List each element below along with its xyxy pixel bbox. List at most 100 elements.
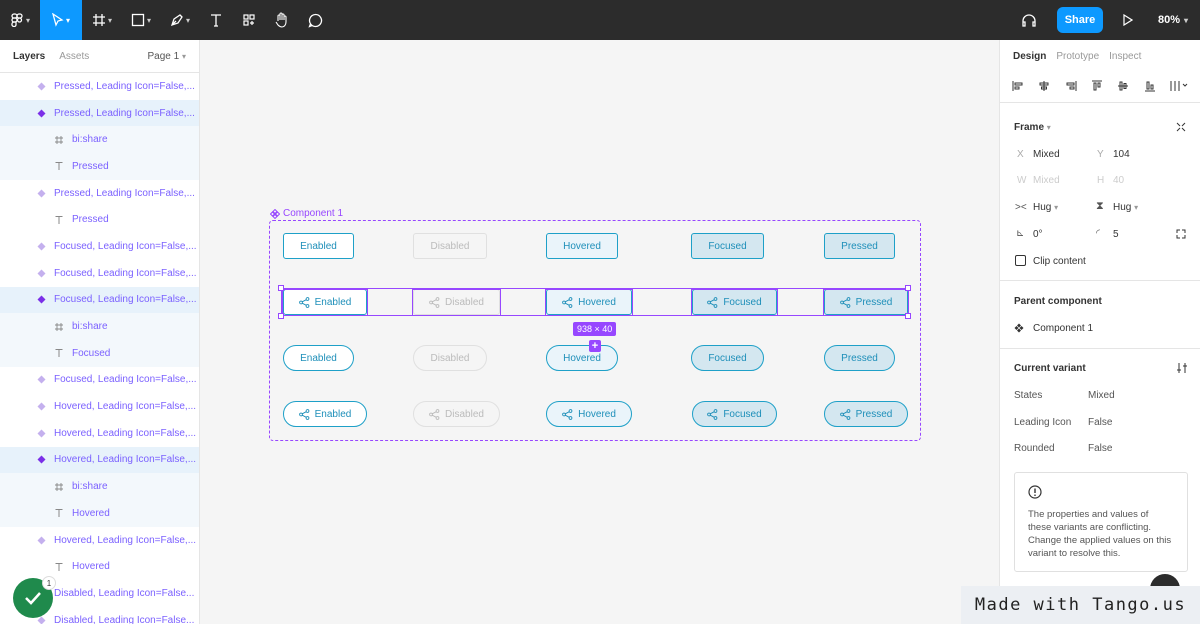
layer-row[interactable]: Hovered <box>0 500 199 527</box>
w-value[interactable]: Mixed <box>1033 175 1060 186</box>
layer-row[interactable]: bi:share <box>0 126 199 154</box>
tab-prototype[interactable]: Prototype <box>1056 51 1099 62</box>
info-icon <box>1028 485 1042 499</box>
layer-row[interactable]: Focused, Leading Icon=False,... <box>0 233 199 260</box>
audio-button[interactable] <box>1017 0 1041 40</box>
variant-enabled-button[interactable]: Enabled <box>283 401 367 427</box>
resources-tool-button[interactable] <box>232 0 266 40</box>
frame-section[interactable]: Frame ▾ <box>1014 122 1051 133</box>
rotation-value[interactable]: 0° <box>1033 229 1043 240</box>
layer-row[interactable]: Hovered, Leading Icon=False,... <box>0 420 199 447</box>
tab-assets[interactable]: Assets <box>59 51 89 62</box>
text-icon <box>52 161 66 171</box>
resize-to-fit-icon[interactable] <box>1176 122 1186 132</box>
clip-content-checkbox[interactable] <box>1015 255 1026 266</box>
layer-label: Focused <box>72 347 111 359</box>
align-vertical-center-icon[interactable] <box>1117 80 1129 92</box>
layer-row[interactable]: Pressed, Leading Icon=False,... <box>0 73 199 100</box>
variant-prop-value[interactable]: False <box>1088 443 1112 454</box>
layer-row[interactable]: Pressed <box>0 153 199 180</box>
variant-disabled-button[interactable]: Disabled <box>413 401 500 427</box>
variant-icon <box>34 536 48 545</box>
resize-handle[interactable] <box>278 285 284 291</box>
align-left-icon[interactable] <box>1012 80 1024 92</box>
variant-hovered-button[interactable]: Hovered <box>546 401 632 427</box>
text-icon <box>52 348 66 358</box>
variant-disabled-button[interactable]: Disabled <box>413 345 487 371</box>
tab-inspect[interactable]: Inspect <box>1109 51 1141 62</box>
hug-width-select[interactable]: Hug ▾ <box>1033 202 1058 213</box>
selection-box <box>691 289 778 316</box>
tab-design[interactable]: Design <box>1013 51 1046 62</box>
x-value[interactable]: Mixed <box>1033 149 1060 160</box>
variant-pressed-button[interactable]: Pressed <box>824 401 908 427</box>
variant-icon <box>34 269 48 278</box>
add-variant-button[interactable]: + <box>589 340 601 352</box>
layer-row[interactable]: Hovered, Leading Icon=False,... <box>0 393 199 420</box>
variant-pressed-button[interactable]: Pressed <box>824 233 895 259</box>
pen-tool-button[interactable]: ▾ <box>160 0 200 40</box>
layer-row[interactable]: bi:share <box>0 473 199 500</box>
text-tool-button[interactable] <box>200 0 232 40</box>
parent-component-link[interactable]: Component 1 <box>1033 323 1093 334</box>
component-set-label[interactable]: Component 1 <box>270 208 343 219</box>
align-bottom-icon[interactable] <box>1144 80 1156 92</box>
align-top-icon[interactable] <box>1091 80 1103 92</box>
hand-tool-button[interactable] <box>266 0 298 40</box>
variant-prop-value[interactable]: False <box>1088 417 1112 428</box>
main-menu-button[interactable]: ▾ <box>0 0 40 40</box>
layer-row[interactable]: Pressed, Leading Icon=False,... <box>0 180 199 207</box>
shape-tool-button[interactable]: ▾ <box>122 0 160 40</box>
layer-row[interactable]: bi:share <box>0 313 199 340</box>
independent-corners-icon[interactable] <box>1176 229 1186 239</box>
zoom-menu[interactable]: 80% ▾ <box>1158 0 1188 40</box>
share-button[interactable]: Share <box>1057 7 1103 33</box>
page-selector[interactable]: Page 1 ▾ <box>148 51 187 62</box>
variant-enabled-button[interactable]: Enabled <box>283 233 354 259</box>
text-icon <box>211 14 221 27</box>
y-label: Y <box>1097 149 1104 160</box>
y-value[interactable]: 104 <box>1113 149 1130 160</box>
h-value[interactable]: 40 <box>1113 175 1124 186</box>
frame-tool-button[interactable]: ▾ <box>82 0 122 40</box>
adjust-icon[interactable] <box>1176 362 1188 374</box>
play-icon <box>1123 14 1133 26</box>
tab-layers[interactable]: Layers <box>13 51 45 62</box>
layer-row[interactable]: Pressed, Leading Icon=False,... <box>0 99 199 127</box>
variant-prop-value[interactable]: Mixed <box>1088 390 1115 401</box>
align-right-icon[interactable] <box>1065 80 1077 92</box>
variant-pressed-button[interactable]: Pressed <box>824 345 895 371</box>
canvas[interactable]: Component 1 Enabled Disabled Hovered Focuse… <box>200 40 999 624</box>
align-horizontal-center-icon[interactable] <box>1038 80 1050 92</box>
variant-prop-label: Leading Icon <box>1014 417 1072 428</box>
layer-row[interactable]: Focused, Leading Icon=False,... <box>0 367 199 394</box>
resize-handle[interactable] <box>278 313 284 319</box>
variant-focused-button[interactable]: Focused <box>691 233 764 259</box>
resize-handle[interactable] <box>905 313 911 319</box>
variant-label: Pressed <box>855 408 893 420</box>
layer-row[interactable]: Hovered <box>0 553 199 580</box>
layer-row[interactable]: Focused <box>0 339 199 367</box>
move-tool-button[interactable]: ▾ <box>40 0 82 40</box>
layer-row[interactable]: Pressed <box>0 206 199 233</box>
variant-hovered-button[interactable]: Hovered <box>546 233 618 259</box>
variant-enabled-button[interactable]: Enabled <box>283 345 354 371</box>
comment-tool-button[interactable] <box>298 0 332 40</box>
layer-row[interactable]: Hovered, Leading Icon=False,... <box>0 446 199 474</box>
variant-focused-button[interactable]: Focused <box>691 345 764 371</box>
current-variant-title: Current variant <box>1014 363 1086 374</box>
hug-height-select[interactable]: Hug ▾ <box>1113 202 1138 213</box>
variant-label: Focused <box>708 352 747 364</box>
distribute-icon[interactable] <box>1170 80 1188 92</box>
corner-radius-value[interactable]: 5 <box>1113 229 1119 240</box>
variant-hovered-button[interactable]: Hovered <box>546 345 618 371</box>
resize-handle[interactable] <box>905 285 911 291</box>
dimension-badge: 938 × 40 <box>573 322 617 336</box>
variant-focused-button[interactable]: Focused <box>692 401 777 427</box>
tango-watermark: Made with Tango.us <box>961 586 1200 624</box>
present-button[interactable] <box>1118 0 1138 40</box>
layer-row[interactable]: Focused, Leading Icon=False,... <box>0 260 199 287</box>
layer-row[interactable]: Hovered, Leading Icon=False,... <box>0 527 199 554</box>
variant-disabled-button[interactable]: Disabled <box>413 233 487 259</box>
layer-row[interactable]: Focused, Leading Icon=False,... <box>0 286 199 314</box>
